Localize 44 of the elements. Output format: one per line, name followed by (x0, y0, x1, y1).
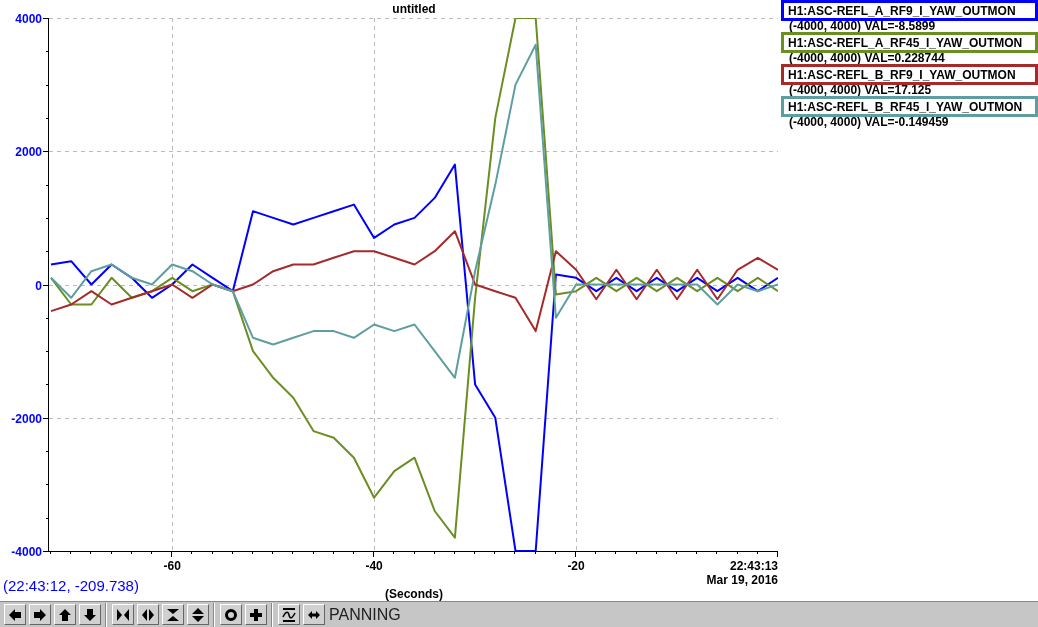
y-tick-label: -4000 (11, 545, 42, 559)
y-tick-label: 4000 (15, 12, 42, 26)
outward-triangles-icon (140, 607, 155, 622)
y-tick-label: 2000 (15, 145, 42, 160)
double-arrow-button[interactable] (302, 604, 325, 625)
x-tick-label: 22:43:13 Mar 19, 2016 (706, 559, 778, 587)
left-arrow-icon (7, 607, 22, 622)
up-arrow-icon (57, 607, 72, 622)
channel-readout: (-4000, 4000) VAL=17.125 (788, 85, 933, 96)
inward-triangles-icon (115, 607, 130, 622)
ring-button[interactable] (219, 604, 242, 625)
right-arrow-icon (32, 607, 47, 622)
left-arrow-button[interactable] (3, 604, 26, 625)
outward-triangles-button[interactable] (136, 604, 159, 625)
ring-icon (223, 607, 238, 622)
up-arrow-button[interactable] (53, 604, 76, 625)
channel-name[interactable]: H1:ASC-REFL_B_RF9_I_YAW_OUTMON (781, 64, 1038, 85)
x-tick-label: -60 (163, 559, 181, 573)
channel-readout: (-4000, 4000) VAL=-0.149459 (788, 117, 950, 128)
mode-label: PANNING (329, 604, 401, 625)
channel-name[interactable]: H1:ASC-REFL_A_RF45_I_YAW_OUTMON (781, 32, 1038, 53)
y-tick-label: -2000 (11, 411, 42, 426)
plus-icon (248, 607, 263, 622)
hourglass-icon (165, 607, 180, 622)
chart-title: untitled (392, 2, 436, 16)
channel-name[interactable]: H1:ASC-REFL_B_RF45_I_YAW_OUTMON (781, 96, 1038, 117)
channel-readout: (-4000, 4000) VAL=-8.5899 (788, 21, 937, 32)
hourglass-button[interactable] (161, 604, 184, 625)
channel-readout: (-4000, 4000) VAL=0.228744 (788, 53, 946, 64)
down-arrow-button[interactable] (78, 604, 101, 625)
channel-name[interactable]: H1:ASC-REFL_A_RF9_I_YAW_OUTMON (781, 0, 1038, 21)
x-axis-label: (Seconds) (385, 587, 443, 601)
up-down-triangles-button[interactable] (186, 604, 209, 625)
down-arrow-icon (82, 607, 97, 622)
x-tick-label: -40 (365, 559, 383, 573)
x-tick-label: -20 (567, 559, 585, 573)
waveform-button[interactable] (277, 604, 300, 625)
y-tick-label: 0 (35, 278, 42, 293)
waveform-icon (281, 607, 296, 622)
right-arrow-button[interactable] (28, 604, 51, 625)
inward-triangles-button[interactable] (111, 604, 134, 625)
plus-button[interactable] (244, 604, 267, 625)
up-down-triangles-icon (190, 607, 205, 622)
cursor-coordinates: (22:43:12, -209.738) (3, 576, 139, 596)
